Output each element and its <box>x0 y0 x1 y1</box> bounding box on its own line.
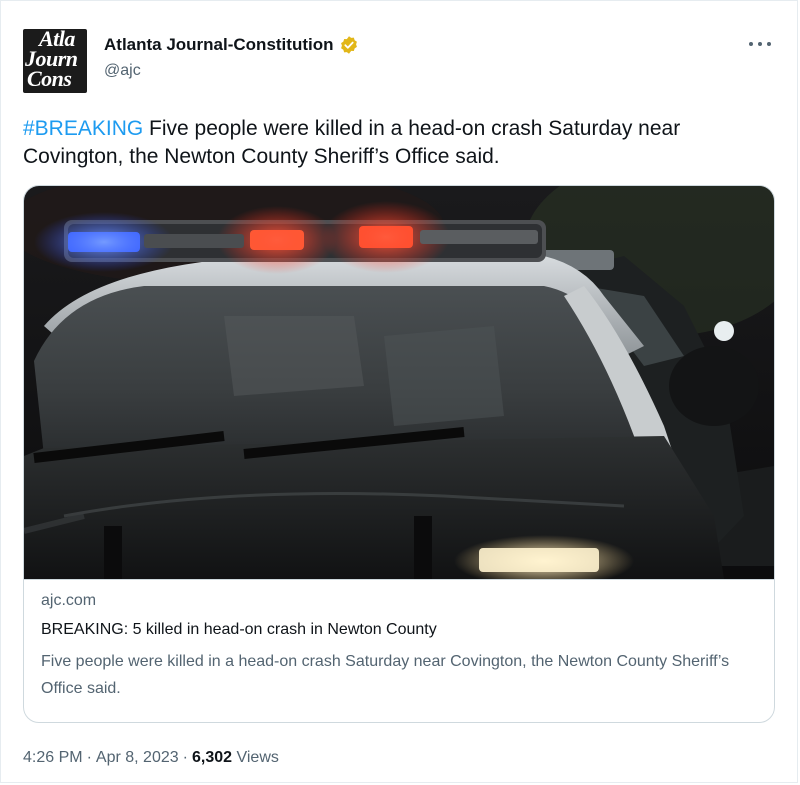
more-dot <box>758 42 762 46</box>
link-card-domain: ajc.com <box>41 592 97 609</box>
author-name-row: Atlanta Journal-Constitution <box>104 34 359 56</box>
tweet-timestamp-date[interactable]: Apr 8, 2023 <box>96 749 179 766</box>
footer-separator: · <box>182 749 188 766</box>
gold-verified-badge-icon[interactable] <box>339 35 359 55</box>
avatar[interactable]: Atla Journ Cons <box>23 29 87 93</box>
tweet-text: #BREAKING Five people were killed in a h… <box>23 115 763 171</box>
more-dot <box>767 42 771 46</box>
tweet-footer: 4:26 PM · Apr 8, 2023 · 6,302 Views <box>23 749 279 767</box>
views-count: 6,302 <box>191 749 233 766</box>
link-card-meta[interactable]: ajc.com BREAKING: 5 killed in head-on cr… <box>24 579 774 697</box>
more-options-icon[interactable] <box>749 37 771 51</box>
avatar-text-line-3: Cons <box>27 66 72 91</box>
footer-separator: · <box>86 749 92 766</box>
link-card-description: Five people were killed in a head-on cra… <box>41 653 730 697</box>
author-handle[interactable]: @ajc <box>104 62 141 80</box>
link-card-title: BREAKING: 5 killed in head-on crash in N… <box>41 621 437 638</box>
author-display-name[interactable]: Atlanta Journal-Constitution <box>104 35 333 55</box>
more-dot <box>749 42 753 46</box>
tweet-container: Atla Journ Cons Atlanta Journal-Constitu… <box>0 0 798 783</box>
tweet-timestamp-time[interactable]: 4:26 PM <box>23 749 83 766</box>
hashtag-link[interactable]: #BREAKING <box>23 117 143 140</box>
views-label: Views <box>236 749 279 766</box>
police-car-photo[interactable] <box>24 186 774 579</box>
link-card[interactable]: ajc.com BREAKING: 5 killed in head-on cr… <box>23 185 775 723</box>
